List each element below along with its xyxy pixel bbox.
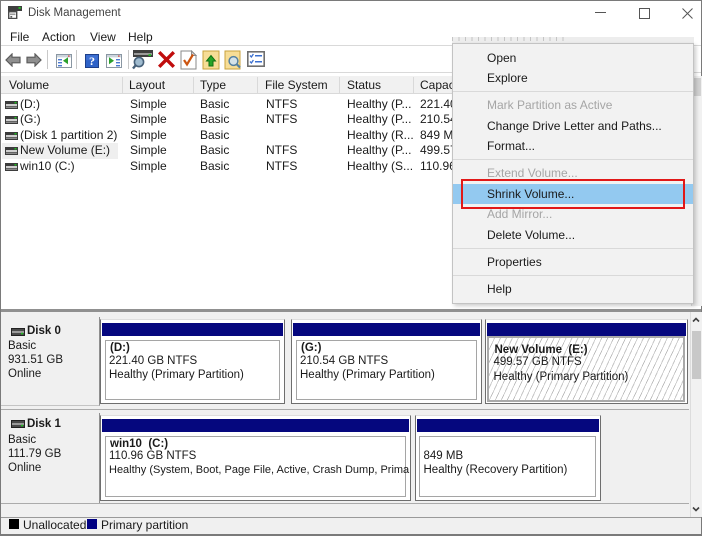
svg-text:?: ?: [89, 54, 95, 68]
